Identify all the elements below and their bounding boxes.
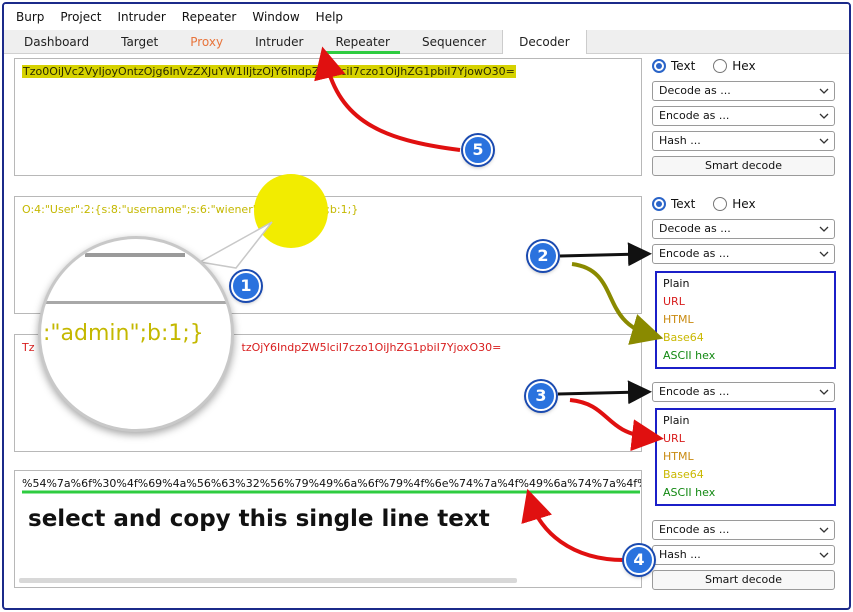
- encode-dropdown-2: Plain URL HTML Base64 ASCII hex: [655, 408, 836, 506]
- tab-proxy[interactable]: Proxy: [174, 30, 239, 54]
- text-label-2: Text: [671, 197, 696, 211]
- encode-as-label-3: Encode as ...: [659, 385, 730, 398]
- option-html[interactable]: HTML: [663, 448, 828, 466]
- step-badge-3: 3: [526, 381, 556, 411]
- instruction-text: select and copy this single line text: [28, 506, 490, 532]
- encode-as-label-4: Encode as ...: [659, 523, 730, 536]
- hash-label-1: Hash ...: [659, 134, 701, 147]
- magnified-text: :"admin";b:1;}: [43, 321, 204, 346]
- format-toggle-2: Text Hex: [652, 195, 835, 213]
- magnified-line-1: [85, 253, 185, 257]
- encode-as-label-1: Encode as ...: [659, 109, 730, 122]
- smart-decode-button-1[interactable]: Smart decode: [652, 156, 835, 176]
- hex-radio-1[interactable]: [713, 59, 728, 73]
- step-badge-4: 4: [624, 545, 654, 575]
- tab-intruder[interactable]: Intruder: [239, 30, 319, 54]
- option-html[interactable]: HTML: [663, 311, 828, 329]
- menu-intruder[interactable]: Intruder: [117, 10, 165, 24]
- encode-as-select-1[interactable]: Encode as ...: [652, 106, 835, 126]
- tab-repeater-label: Repeater: [335, 34, 390, 49]
- hex-label-1: Hex: [732, 59, 756, 73]
- chevron-down-icon: [819, 389, 829, 395]
- decode-as-label-1: Decode as ...: [659, 84, 731, 97]
- encode-as-select-3[interactable]: Encode as ...: [652, 382, 835, 402]
- chevron-down-icon: [819, 527, 829, 533]
- menu-bar: Burp Project Intruder Repeater Window He…: [4, 4, 849, 30]
- decoder-pane-1[interactable]: Tzo0OiJVc2VyIjoyOntzOjg6InVzZXJuYW1lIjtz…: [14, 58, 642, 176]
- option-plain[interactable]: Plain: [663, 275, 828, 293]
- horizontal-scrollbar[interactable]: [19, 578, 517, 583]
- tab-repeater[interactable]: Repeater: [319, 30, 406, 54]
- encode-as-label-2: Encode as ...: [659, 247, 730, 260]
- chevron-down-icon: [819, 88, 829, 94]
- encode-dropdown-1: Plain URL HTML Base64 ASCII hex: [655, 271, 836, 369]
- magnifier: :"admin";b:1;}: [38, 236, 234, 432]
- decode-as-select-1[interactable]: Decode as ...: [652, 81, 835, 101]
- highlight-dot: [254, 174, 328, 248]
- encode-as-select-2[interactable]: Encode as ...: [652, 244, 835, 264]
- format-toggle-1: Text Hex: [652, 57, 835, 75]
- menu-help[interactable]: Help: [316, 10, 343, 24]
- decode-as-label-2: Decode as ...: [659, 222, 731, 235]
- chevron-down-icon: [819, 138, 829, 144]
- chevron-down-icon: [819, 113, 829, 119]
- repeater-underline: [325, 50, 400, 54]
- pane-1-text: Tzo0OiJVc2VyIjoyOntzOjg6InVzZXJuYW1lIjtz…: [22, 65, 516, 78]
- option-base64[interactable]: Base64: [663, 466, 828, 484]
- text-label-1: Text: [671, 59, 696, 73]
- hex-label-2: Hex: [732, 197, 756, 211]
- tab-bar: Dashboard Target Proxy Intruder Repeater…: [4, 29, 849, 54]
- pane-3-text-start: Tz: [22, 341, 35, 354]
- hash-label-4: Hash ...: [659, 548, 701, 561]
- pane-3-text-end: tzOjY6IndpZW5lciI7czo1OiJhZG1pbiI7YjoxO3…: [241, 341, 502, 354]
- smart-decode-button-4[interactable]: Smart decode: [652, 570, 835, 590]
- magnified-line-2: [41, 301, 231, 304]
- encode-as-select-4[interactable]: Encode as ...: [652, 520, 835, 540]
- option-base64[interactable]: Base64: [663, 329, 828, 347]
- menu-window[interactable]: Window: [252, 10, 299, 24]
- decode-as-select-2[interactable]: Decode as ...: [652, 219, 835, 239]
- option-url[interactable]: URL: [663, 430, 828, 448]
- option-url[interactable]: URL: [663, 293, 828, 311]
- option-plain[interactable]: Plain: [663, 412, 828, 430]
- hash-select-1[interactable]: Hash ...: [652, 131, 835, 151]
- hex-radio-2[interactable]: [713, 197, 728, 211]
- step-badge-1: 1: [231, 271, 261, 301]
- chevron-down-icon: [819, 251, 829, 257]
- chevron-down-icon: [819, 226, 829, 232]
- pane-4-text: %54%7a%6f%30%4f%69%4a%56%63%32%56%79%49%…: [22, 477, 642, 490]
- step-badge-2: 2: [528, 241, 558, 271]
- chevron-down-icon: [819, 552, 829, 558]
- step-badge-5: 5: [463, 135, 493, 165]
- hash-select-4[interactable]: Hash ...: [652, 545, 835, 565]
- tab-decoder[interactable]: Decoder: [502, 29, 587, 54]
- option-ascii-hex[interactable]: ASCII hex: [663, 484, 828, 502]
- tab-dashboard[interactable]: Dashboard: [8, 30, 105, 54]
- tab-sequencer[interactable]: Sequencer: [406, 30, 502, 54]
- menu-repeater[interactable]: Repeater: [182, 10, 237, 24]
- text-radio-1[interactable]: [652, 59, 666, 73]
- option-ascii-hex[interactable]: ASCII hex: [663, 347, 828, 365]
- text-radio-2[interactable]: [652, 197, 666, 211]
- menu-burp[interactable]: Burp: [16, 10, 44, 24]
- menu-project[interactable]: Project: [60, 10, 101, 24]
- tab-target[interactable]: Target: [105, 30, 174, 54]
